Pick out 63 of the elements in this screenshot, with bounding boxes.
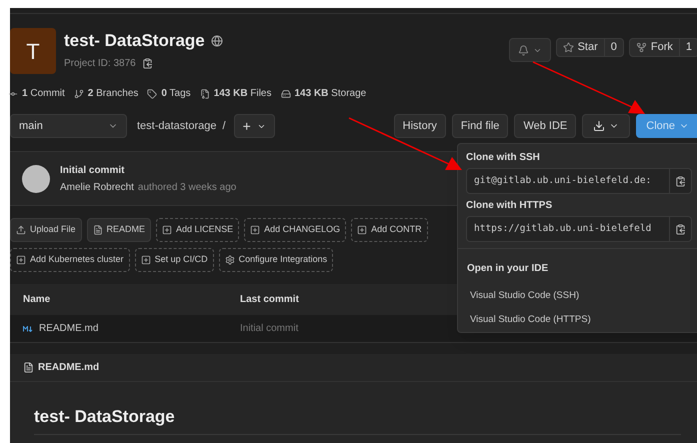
commit-author[interactable]: Amelie Robrecht — [60, 180, 134, 194]
add-button[interactable]: + — [234, 114, 275, 138]
project-title: test- DataStorage — [64, 30, 205, 52]
quick-action-button[interactable]: Configure Integrations — [218, 248, 334, 272]
readme-heading: test- DataStorage — [34, 404, 681, 434]
markdown-icon — [23, 326, 33, 332]
fork-icon — [636, 42, 647, 53]
commit-message[interactable]: Initial commit — [240, 321, 298, 336]
breadcrumb-link[interactable]: test-datastorage — [137, 118, 216, 134]
menu-item[interactable]: Visual Studio Code (SSH) — [467, 284, 697, 308]
path-separator: / — [222, 118, 226, 134]
branch-select[interactable]: main — [10, 114, 127, 138]
notification-button[interactable] — [508, 38, 551, 62]
stat-link[interactable]: 2 Branches — [88, 86, 138, 101]
upload-icon — [16, 225, 26, 235]
quick-action-button[interactable]: Add CHANGELOG — [244, 218, 346, 242]
file-name[interactable]: README.md — [39, 321, 98, 336]
file-icon — [92, 225, 103, 235]
readme-filename: README.md — [38, 361, 100, 375]
quick-action-button[interactable]: Upload File — [10, 218, 82, 242]
download-icon — [593, 120, 606, 132]
copy-icon[interactable] — [142, 58, 153, 68]
quick-action-button[interactable]: Add CONTR — [351, 218, 428, 242]
count-label[interactable]: 1 — [678, 39, 697, 56]
project-id: Project ID: 3876 — [64, 56, 136, 70]
globe-icon — [210, 34, 223, 47]
plus-square-icon — [162, 225, 172, 235]
file-icon — [23, 362, 34, 373]
count-label[interactable]: 0 — [604, 39, 623, 56]
file-icon — [200, 88, 210, 98]
plus-square-icon — [140, 255, 151, 265]
toolbar-button[interactable]: Web IDE — [514, 114, 576, 138]
quick-action-button[interactable]: README — [86, 218, 152, 242]
project-avatar: T — [10, 28, 56, 74]
quick-action-button[interactable]: Add LICENSE — [156, 218, 240, 242]
plus-square-icon — [250, 225, 260, 235]
tag-icon — [147, 88, 158, 98]
star-icon — [562, 42, 574, 53]
action-button[interactable]: Fork — [630, 39, 679, 56]
section-title: Clone with HTTPS — [466, 199, 554, 212]
column-header: Name — [22, 293, 52, 307]
column-header: Last commit — [240, 293, 299, 307]
download-button[interactable] — [582, 114, 630, 138]
storage-icon — [280, 88, 290, 98]
settings-icon — [224, 255, 235, 265]
stat-link[interactable]: 0 Tags — [161, 86, 191, 101]
branch-icon — [74, 88, 84, 98]
section-title: Clone with SSH — [466, 151, 541, 164]
toolbar-button[interactable]: History — [394, 114, 446, 138]
quick-action-button[interactable]: Set up CI/CD — [134, 248, 214, 272]
avatar-placeholder — [22, 164, 50, 192]
commit-meta: authored 3 weeks ago — [138, 180, 236, 194]
plus-square-icon — [16, 255, 26, 265]
toolbar-button[interactable]: Find file — [452, 114, 508, 138]
stat-link[interactable]: 143 KB Storage — [294, 86, 366, 101]
quick-action-button[interactable]: Add Kubernetes cluster — [10, 248, 130, 272]
section-title: Open in your IDE — [467, 262, 550, 276]
commit-title[interactable]: Initial commit — [60, 162, 236, 178]
action-button[interactable]: Star — [556, 39, 604, 56]
plus-square-icon — [357, 225, 368, 235]
bell-icon — [518, 44, 529, 56]
stat-link[interactable]: 1 Commit — [22, 86, 65, 101]
stat-link[interactable]: 143 KB Files — [214, 86, 272, 101]
